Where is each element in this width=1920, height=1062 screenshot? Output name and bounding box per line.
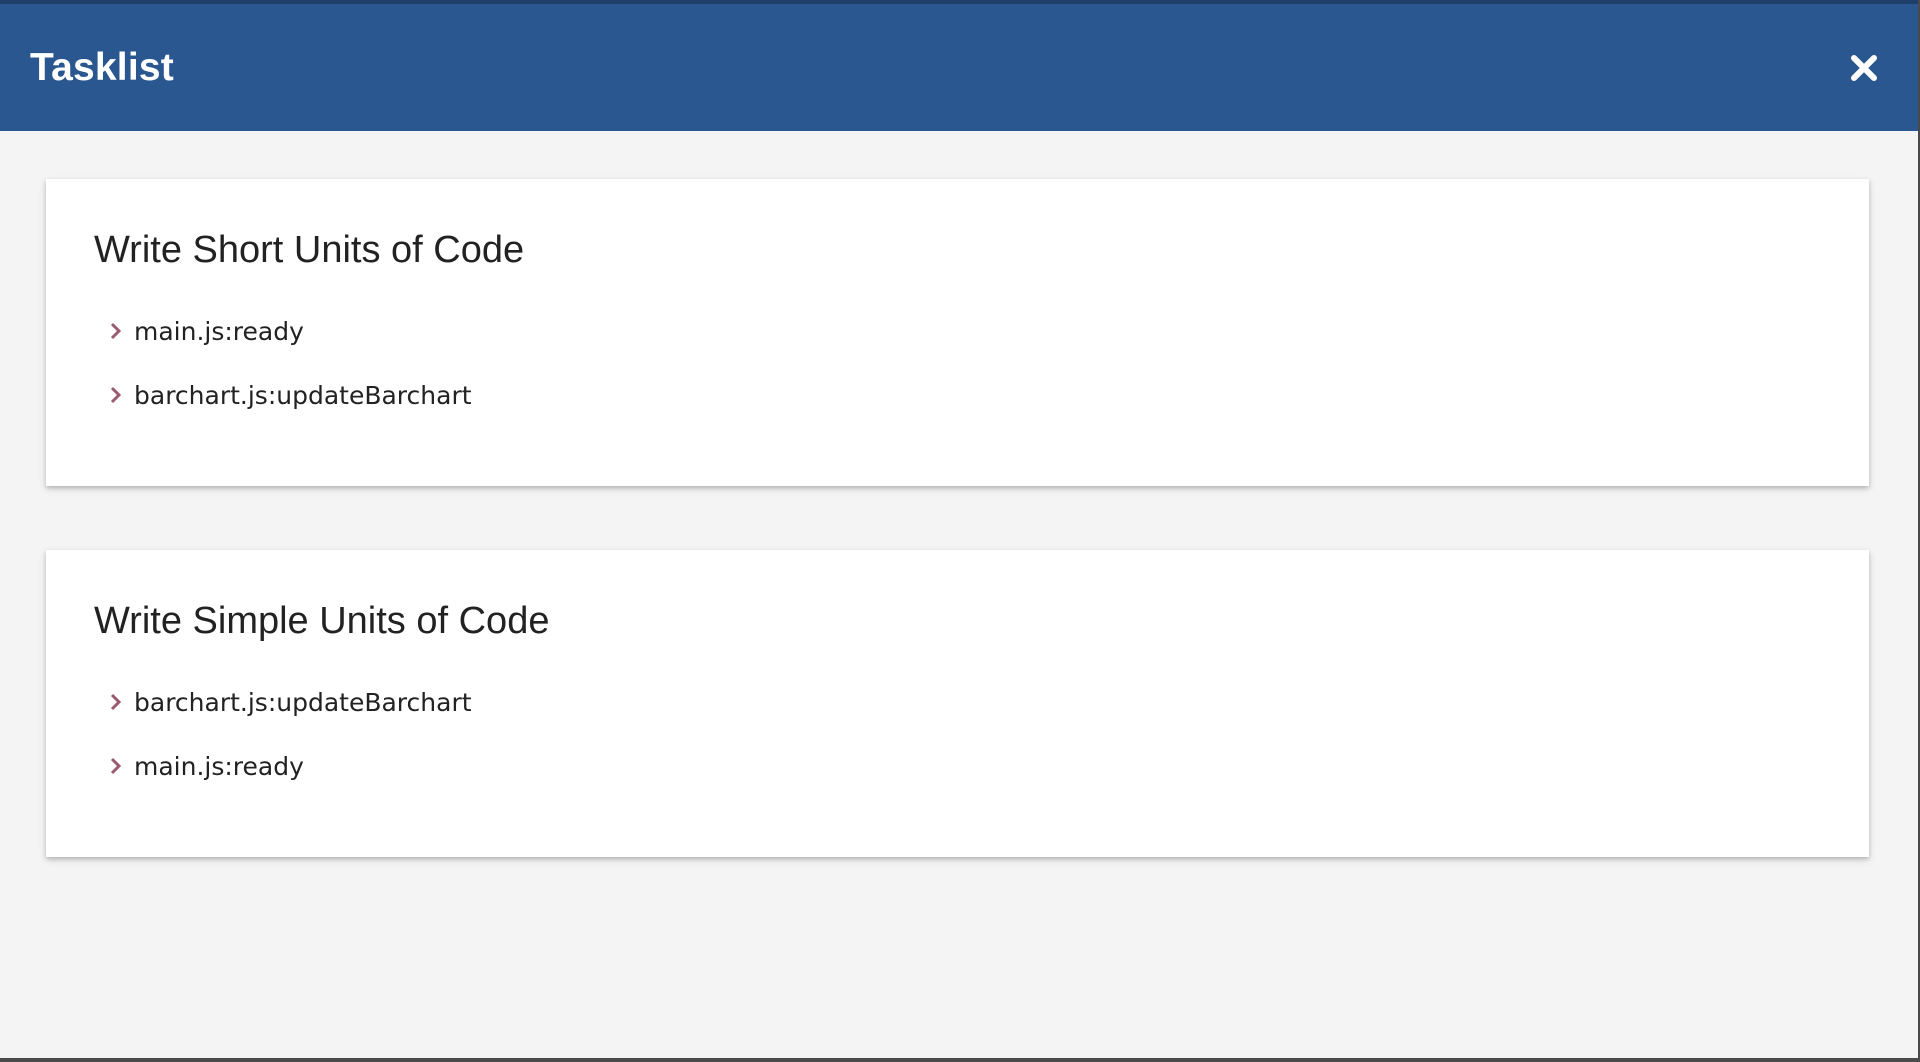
task-card: Write Simple Units of Code barchart.js:u… <box>46 550 1869 857</box>
task-label: main.js:ready <box>134 751 304 781</box>
task-card: Write Short Units of Code main.js:ready … <box>46 179 1869 486</box>
chevron-right-icon <box>106 321 126 341</box>
tasklist-window: Tasklist Write Short Units of Code main.… <box>0 0 1918 1058</box>
list-item[interactable]: barchart.js:updateBarchart <box>94 670 1821 734</box>
list-item[interactable]: barchart.js:updateBarchart <box>94 363 1821 427</box>
list-item[interactable]: main.js:ready <box>94 734 1821 798</box>
close-button[interactable] <box>1840 44 1888 92</box>
header-bar: Tasklist <box>0 4 1918 131</box>
close-icon <box>1851 54 1877 81</box>
card-title: Write Simple Units of Code <box>94 600 550 642</box>
task-label: barchart.js:updateBarchart <box>134 687 472 717</box>
task-list: barchart.js:updateBarchart main.js:ready <box>94 670 1821 798</box>
list-item[interactable]: main.js:ready <box>94 299 1821 363</box>
task-list: main.js:ready barchart.js:updateBarchart <box>94 299 1821 427</box>
card-title: Write Short Units of Code <box>94 229 525 271</box>
tasklist-content: Write Short Units of Code main.js:ready … <box>0 131 1918 857</box>
chevron-right-icon <box>106 692 126 712</box>
task-label: barchart.js:updateBarchart <box>134 380 472 410</box>
task-label: main.js:ready <box>134 316 304 346</box>
page-title: Tasklist <box>30 45 174 89</box>
chevron-right-icon <box>106 756 126 776</box>
chevron-right-icon <box>106 385 126 405</box>
